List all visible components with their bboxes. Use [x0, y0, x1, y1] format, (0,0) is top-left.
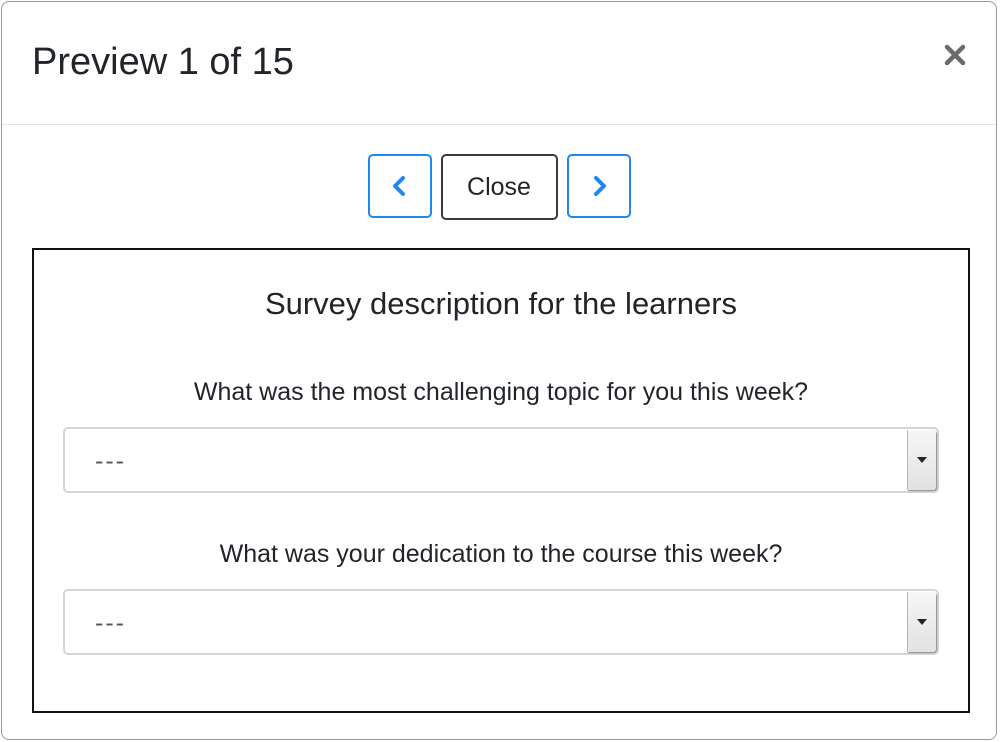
question-1-select[interactable]: ---: [63, 427, 939, 493]
modal-header: Preview 1 of 15: [2, 2, 996, 125]
question-label: What was your dedication to the course t…: [219, 540, 783, 568]
survey-preview: Survey description for the learners What…: [32, 248, 970, 713]
select-value: ---: [95, 609, 126, 637]
close-button[interactable]: Close: [440, 154, 558, 220]
survey-description: Survey description for the learners: [264, 286, 738, 321]
preview-navigation: Close: [2, 154, 996, 220]
preview-modal: Preview 1 of 15 Close Survey description…: [1, 1, 997, 740]
question-label: What was the most challenging topic for …: [193, 378, 809, 406]
dropdown-arrow-icon[interactable]: [907, 592, 936, 652]
chevron-left-icon: [392, 176, 405, 196]
dropdown-arrow-icon[interactable]: [907, 430, 936, 490]
previous-button[interactable]: [367, 154, 432, 218]
modal-title: Preview 1 of 15: [32, 41, 294, 83]
select-value: ---: [95, 447, 126, 475]
chevron-right-icon: [593, 176, 606, 196]
question-2-select[interactable]: ---: [63, 589, 939, 655]
close-icon[interactable]: [940, 40, 970, 70]
next-button[interactable]: [566, 154, 631, 218]
